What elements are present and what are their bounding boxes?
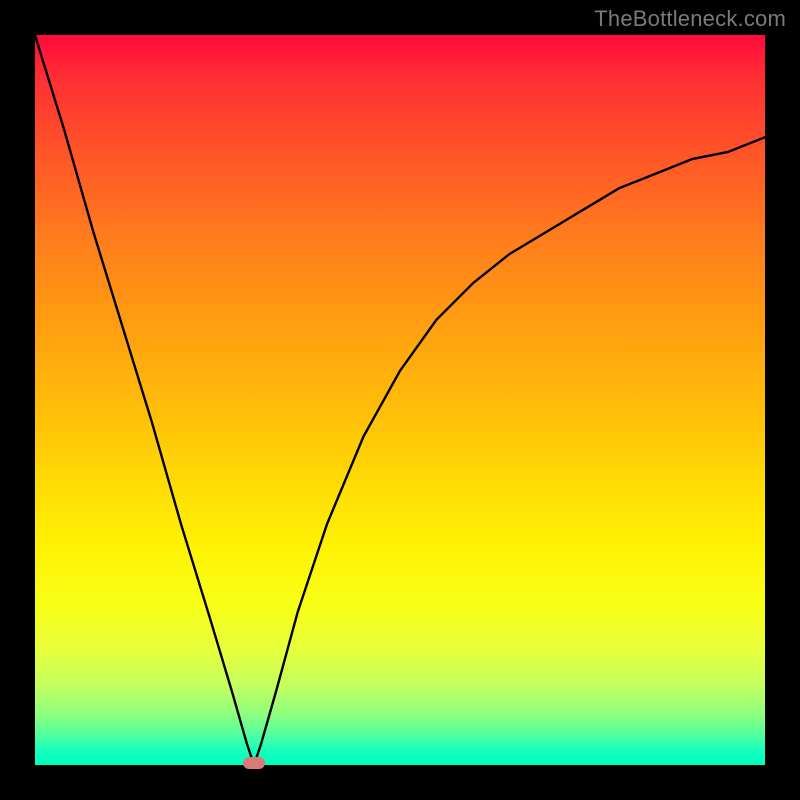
watermark-text: TheBottleneck.com xyxy=(594,6,786,32)
bottleneck-curve xyxy=(35,35,765,765)
optimum-marker xyxy=(243,757,265,769)
plot-area xyxy=(35,35,765,765)
chart-frame: TheBottleneck.com xyxy=(0,0,800,800)
